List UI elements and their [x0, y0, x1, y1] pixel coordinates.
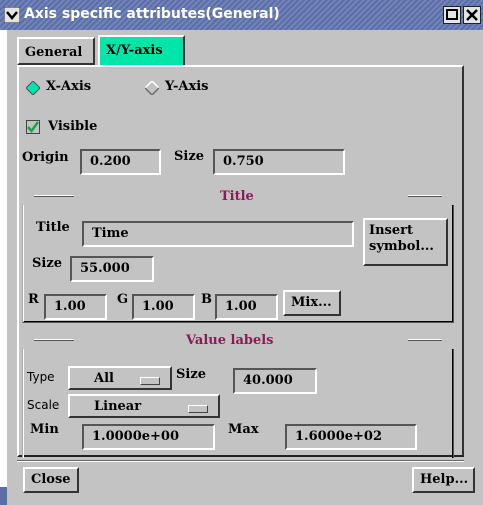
g-field[interactable]: 1.00	[132, 294, 195, 320]
max-label: Max	[228, 422, 259, 437]
option-menu-indicator-icon	[188, 405, 208, 413]
value-labels-line-right	[408, 339, 442, 341]
y-axis-label: Y-Axis	[165, 79, 209, 94]
title-size-value: 55.000	[80, 261, 130, 276]
value-labels-line-left	[34, 339, 74, 341]
scale-option-menu[interactable]: Linear	[68, 394, 220, 418]
checkbox-checked-icon	[26, 120, 40, 134]
g-label: G	[117, 292, 129, 307]
window-title: Axis specific attributes(General)	[24, 6, 280, 22]
y-axis-radio[interactable]: Y-Axis	[145, 78, 255, 98]
value-labels-header: Value labels	[22, 333, 454, 349]
tab-general-label: General	[25, 45, 83, 60]
min-field[interactable]: 1.0000e+00	[82, 424, 215, 450]
r-label: R	[28, 292, 39, 307]
x-axis-radio[interactable]: X-Axis	[26, 78, 136, 98]
title-bar[interactable]: Axis specific attributes(General)	[0, 0, 483, 30]
origin-value: 0.200	[90, 154, 131, 169]
origin-field[interactable]: 0.200	[80, 149, 161, 175]
radio-unselected-icon	[145, 81, 159, 95]
min-label: Min	[30, 422, 59, 437]
tab-general[interactable]: General	[17, 37, 95, 65]
tab-xy-axis-label: X/Y-axis	[106, 43, 163, 58]
title-group-line-left	[34, 195, 74, 197]
insert-symbol-line1: Insert	[369, 223, 413, 238]
scale-value: Linear	[94, 399, 142, 414]
desktop-strip	[0, 30, 7, 492]
close-button[interactable]: Close	[23, 467, 79, 493]
title-group-line-right	[408, 195, 442, 197]
close-button-label: Close	[31, 472, 71, 487]
b-field[interactable]: 1.00	[215, 294, 278, 320]
minimize-button[interactable]	[443, 6, 461, 24]
g-value: 1.00	[142, 299, 174, 314]
label-size-value: 40.000	[243, 373, 293, 388]
title-field[interactable]: Time	[82, 221, 354, 247]
minimize-icon	[446, 9, 458, 20]
title-label: Title	[36, 220, 70, 235]
help-button[interactable]: Help...	[412, 467, 475, 493]
close-icon	[466, 9, 478, 21]
label-size-field[interactable]: 40.000	[233, 368, 317, 394]
visible-label: Visible	[48, 119, 98, 134]
b-label: B	[201, 292, 212, 307]
type-label: Type	[27, 370, 55, 384]
title-size-label: Size	[32, 256, 62, 271]
x-axis-label: X-Axis	[46, 79, 92, 94]
origin-label: Origin	[22, 150, 69, 165]
size-label: Size	[174, 149, 204, 164]
max-field[interactable]: 1.6000e+02	[285, 424, 417, 450]
max-value: 1.6000e+02	[295, 429, 383, 444]
value-labels-heading: Value labels	[182, 333, 278, 348]
label-size-label: Size	[176, 367, 206, 382]
r-field[interactable]: 1.00	[44, 294, 107, 320]
radio-selected-icon	[26, 81, 40, 95]
b-value: 1.00	[225, 299, 257, 314]
tab-xy-axis[interactable]: X/Y-axis	[98, 35, 185, 67]
option-menu-indicator-icon	[140, 377, 160, 385]
visible-checkbox[interactable]: Visible	[26, 118, 136, 138]
close-window-button[interactable]	[463, 6, 481, 24]
mix-button[interactable]: Mix...	[283, 290, 341, 316]
title-size-field[interactable]: 55.000	[70, 256, 154, 282]
scale-label: Scale	[27, 398, 60, 412]
window-menu-icon[interactable]	[4, 7, 20, 23]
insert-symbol-line2: symbol...	[369, 239, 434, 254]
mix-button-label: Mix...	[291, 295, 332, 310]
insert-symbol-button[interactable]: Insert symbol...	[363, 218, 448, 266]
title-group-heading: Title	[216, 189, 258, 204]
title-group-header: Title	[22, 189, 454, 205]
title-value: Time	[92, 226, 129, 241]
size-field[interactable]: 0.750	[213, 149, 345, 175]
desktop-taskbar-strip	[0, 487, 7, 505]
type-value: All	[94, 371, 114, 386]
min-value: 1.0000e+00	[92, 429, 180, 444]
r-value: 1.00	[54, 299, 86, 314]
size-value: 0.750	[223, 154, 264, 169]
footer-separator	[17, 460, 464, 462]
help-button-label: Help...	[420, 472, 469, 487]
type-option-menu[interactable]: All	[68, 366, 172, 390]
